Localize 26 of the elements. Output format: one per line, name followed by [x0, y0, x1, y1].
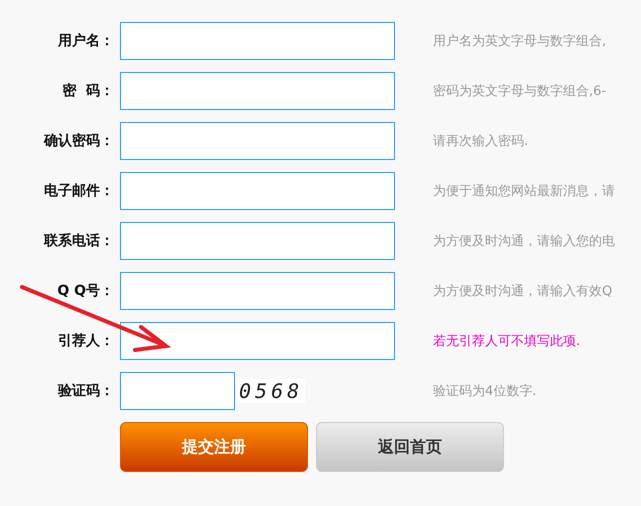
hint-text: 为方便及时沟通，请输入您的电 [433, 233, 615, 250]
captcha-field[interactable] [120, 372, 235, 410]
hint-text: 为便于通知您网站最新消息，请 [433, 183, 615, 200]
field-label: 电子邮件： [43, 182, 114, 200]
hint-text: 用户名为英文字母与数字组合, [433, 33, 606, 50]
input-field[interactable] [120, 172, 395, 210]
hint-text: 为方便及时沟通，请输入有效Q [433, 283, 612, 300]
input-field[interactable] [120, 22, 395, 60]
field-label: 密 码： [61, 82, 114, 100]
input-field[interactable] [120, 222, 395, 260]
captcha-image: 0568 [237, 379, 306, 403]
hint-text: 验证码为4位数字. [433, 383, 536, 400]
input-field[interactable] [120, 72, 395, 110]
input-field[interactable] [120, 272, 395, 310]
input-field[interactable] [120, 322, 395, 360]
hint-text: 请再次输入密码. [433, 133, 528, 150]
field-label: 联系电话： [42, 232, 114, 250]
hint-text: 密码为英文字母与数字组合,6- [433, 83, 606, 100]
hint-text: 若无引荐人可不填写此项. [433, 333, 580, 350]
field-label: 确认密码： [42, 132, 114, 150]
back-button[interactable]: 返回首页 [316, 422, 504, 472]
field-label: Q Q号： [56, 282, 114, 300]
field-label: 用户名： [56, 32, 114, 50]
field-label: 引荐人： [57, 332, 114, 350]
input-field[interactable] [120, 122, 395, 160]
field-label: 验证码： [56, 382, 114, 400]
